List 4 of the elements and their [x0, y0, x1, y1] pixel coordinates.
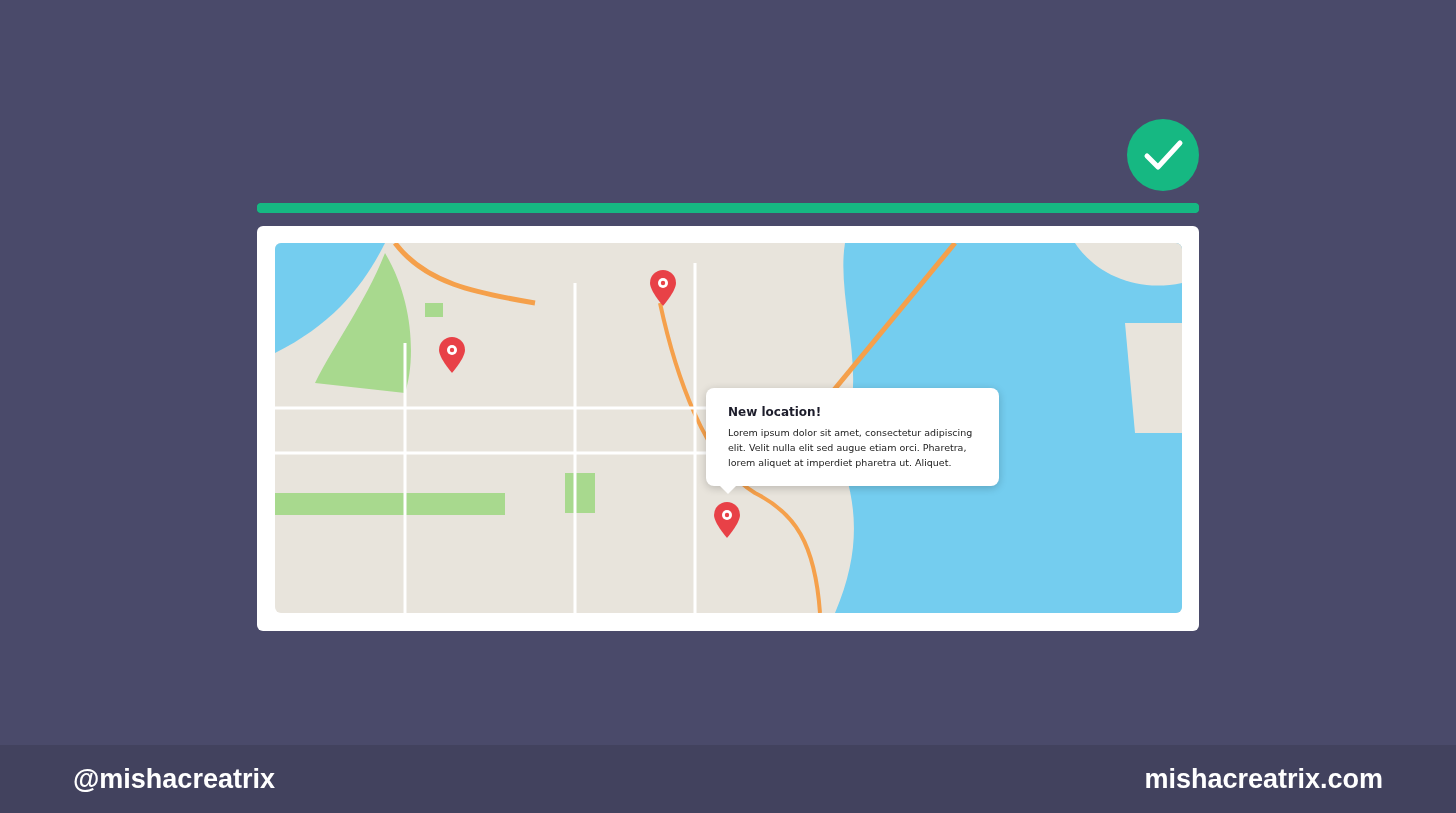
social-handle: @mishacreatrix — [73, 763, 275, 795]
website-address: mishacreatrix.com — [1144, 763, 1383, 795]
popup-title: New location! — [728, 405, 823, 419]
popup-text: Lorem ipsum dolor sit amet, consectetur adipiscing elit. Velit nulla elit sed augue etiam orci. Pharetra, lorem aliquet at imperdiet pharetra ut. Aliquet. — [728, 426, 974, 470]
